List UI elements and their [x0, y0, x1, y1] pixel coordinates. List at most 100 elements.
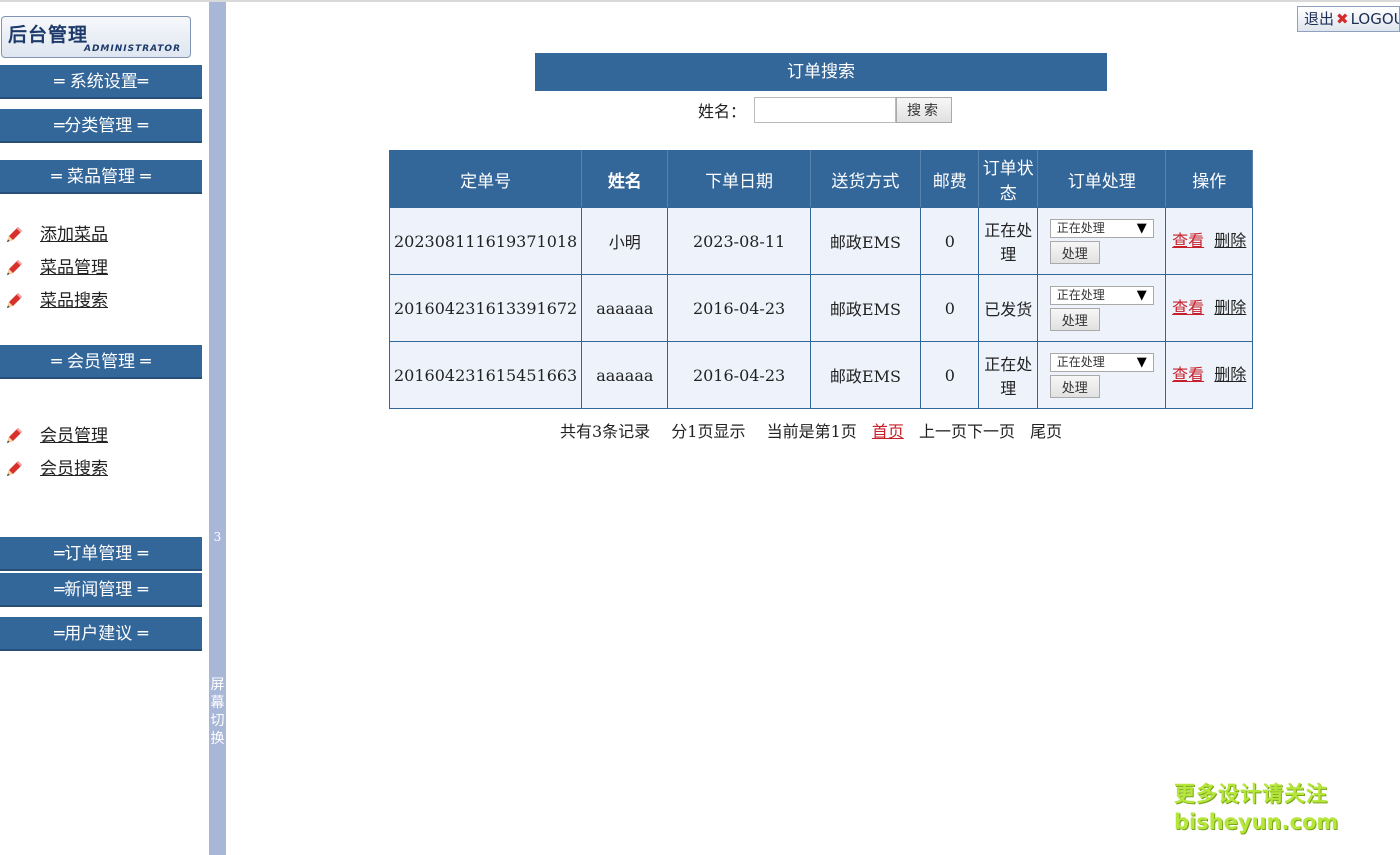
sidebar-item-add-dish[interactable]: 添加菜品 [4, 223, 108, 247]
logout-label-en: LOGOUT [1350, 10, 1399, 28]
sidebar-link-dish-management[interactable]: 菜品管理 [40, 256, 108, 280]
sidebar-link-member-management[interactable]: 会员管理 [40, 424, 108, 448]
process-status-select[interactable]: 正在处理 ▼ [1049, 285, 1154, 305]
next-page-link[interactable]: 下一页 [967, 422, 1015, 441]
first-page-link[interactable]: 首页 [872, 422, 904, 441]
splitter-number: 3 [213, 530, 222, 544]
sidebar-item-member-management[interactable]: 会员管理 [4, 424, 108, 448]
pencil-icon [7, 461, 22, 476]
pagination: 共有3条记录 分1页显示 当前是第1页 首页 上一页下一页 尾页 [560, 418, 1062, 442]
col-processing: 订单处理 [1037, 150, 1167, 208]
process-cell: 正在处理 ▼ 处理 [1037, 207, 1167, 275]
dropdown-caret-icon: ▼ [1136, 354, 1147, 370]
order-status: 已发货 [978, 274, 1039, 342]
col-actions: 操作 [1165, 150, 1253, 208]
customer-name: aaaaaa [581, 341, 669, 409]
sidebar-link-member-search[interactable]: 会员搜索 [40, 457, 108, 481]
splitter-label[interactable]: 屏幕切换 [209, 676, 226, 748]
admin-logo: 后台管理 ADMINISTRATOR [1, 16, 191, 58]
process-status-select[interactable]: 正在处理 ▼ [1049, 352, 1154, 372]
menu-dish-management[interactable]: ═ 菜品管理 ═ [0, 160, 202, 194]
search-title: 订单搜索 [535, 53, 1107, 91]
logo-title: 后台管理 [8, 24, 89, 46]
search-button[interactable]: 搜索 [896, 96, 953, 123]
customer-name: aaaaaa [581, 274, 669, 342]
menu-news-management[interactable]: ═新闻管理 ═ [0, 573, 202, 607]
customer-name: 小明 [581, 207, 669, 275]
actions-cell: 查看 删除 [1165, 207, 1253, 275]
orders-table: 定单号 姓名 下单日期 送货方式 邮费 订单状态 订单处理 操作 2023081… [388, 150, 1253, 409]
watermark: 更多设计请关注 bisheyun.com [1174, 778, 1338, 834]
sidebar-item-member-search[interactable]: 会员搜索 [4, 457, 108, 481]
logout-label: 退出 [1304, 10, 1335, 28]
shipping-method: 邮政EMS [809, 274, 922, 342]
order-date: 2016-04-23 [667, 341, 811, 409]
logout-button[interactable]: 退出✖LOGOUT [1297, 6, 1400, 32]
table-row: 202308111619371018 小明 2023-08-11 邮政EMS 0… [388, 207, 1253, 275]
actions-cell: 查看 删除 [1165, 274, 1253, 342]
order-date: 2016-04-23 [667, 274, 811, 342]
view-link[interactable]: 查看 [1172, 365, 1204, 384]
view-link[interactable]: 查看 [1172, 231, 1204, 250]
order-no: 201604231613391672 [388, 274, 583, 342]
col-status: 订单状态 [978, 150, 1039, 208]
order-date: 2023-08-11 [667, 207, 811, 275]
col-shipping: 送货方式 [809, 150, 922, 208]
pencil-icon [7, 227, 22, 242]
dropdown-caret-icon: ▼ [1136, 220, 1147, 236]
pencil-icon [7, 260, 22, 275]
close-x-icon: ✖ [1336, 10, 1349, 28]
col-postage: 邮费 [920, 150, 980, 208]
menu-user-suggestions[interactable]: ═用户建议 ═ [0, 617, 202, 651]
prev-page-link[interactable]: 上一页 [919, 422, 967, 441]
table-header-row: 定单号 姓名 下单日期 送货方式 邮费 订单状态 订单处理 操作 [388, 150, 1253, 208]
delete-link[interactable]: 删除 [1214, 231, 1246, 250]
process-status-select[interactable]: 正在处理 ▼ [1049, 218, 1154, 238]
name-label: 姓名： [698, 101, 747, 121]
col-order-date: 下单日期 [667, 150, 811, 208]
postage: 0 [920, 207, 980, 275]
shipping-method: 邮政EMS [809, 207, 922, 275]
actions-cell: 查看 删除 [1165, 341, 1253, 409]
last-page-link[interactable]: 尾页 [1030, 422, 1062, 441]
pencil-icon [7, 428, 22, 443]
watermark-line1: 更多设计请关注 [1174, 782, 1328, 806]
screen-splitter[interactable]: 3 屏幕切换 [209, 2, 226, 855]
current-page: 当前是第1页 [766, 422, 857, 441]
delete-link[interactable]: 删除 [1214, 298, 1246, 317]
process-button[interactable]: 处理 [1049, 307, 1100, 331]
shipping-method: 邮政EMS [809, 341, 922, 409]
sidebar-link-dish-search[interactable]: 菜品搜索 [40, 289, 108, 313]
dropdown-caret-icon: ▼ [1136, 287, 1147, 303]
record-count: 共有3条记录 [560, 422, 651, 441]
name-search-input[interactable] [754, 96, 897, 123]
splitter-label-text: 屏幕切换 [210, 677, 225, 747]
col-order-no: 定单号 [388, 150, 583, 208]
menu-category-management[interactable]: ═分类管理 ═ [0, 109, 202, 143]
table-row: 201604231613391672 aaaaaa 2016-04-23 邮政E… [388, 274, 1253, 342]
pencil-icon [7, 293, 22, 308]
process-select-value: 正在处理 [1056, 354, 1105, 369]
search-form: 姓名： 搜索 [698, 96, 953, 123]
menu-system-settings[interactable]: ═ 系统设置═ [0, 65, 202, 99]
process-cell: 正在处理 ▼ 处理 [1037, 274, 1167, 342]
sidebar-link-add-dish[interactable]: 添加菜品 [40, 223, 108, 247]
sidebar: 后台管理 ADMINISTRATOR ═ 系统设置═ ═分类管理 ═ ═ 菜品管… [0, 2, 210, 855]
view-link[interactable]: 查看 [1172, 298, 1204, 317]
sidebar-item-dish-search[interactable]: 菜品搜索 [4, 289, 108, 313]
menu-member-management[interactable]: ═ 会员管理 ═ [0, 345, 202, 379]
page-count: 分1页显示 [671, 422, 746, 441]
table-row: 201604231615451663 aaaaaa 2016-04-23 邮政E… [388, 341, 1253, 409]
process-button[interactable]: 处理 [1049, 240, 1100, 264]
process-cell: 正在处理 ▼ 处理 [1037, 341, 1167, 409]
logo-subtitle: ADMINISTRATOR [84, 44, 181, 54]
order-no: 202308111619371018 [388, 207, 583, 275]
postage: 0 [920, 341, 980, 409]
menu-order-management[interactable]: ═订单管理 ═ [0, 537, 202, 571]
sidebar-item-dish-management[interactable]: 菜品管理 [4, 256, 108, 280]
process-button[interactable]: 处理 [1049, 374, 1100, 398]
process-select-value: 正在处理 [1056, 287, 1105, 302]
watermark-line2: bisheyun.com [1174, 810, 1339, 834]
postage: 0 [920, 274, 980, 342]
delete-link[interactable]: 删除 [1214, 365, 1246, 384]
